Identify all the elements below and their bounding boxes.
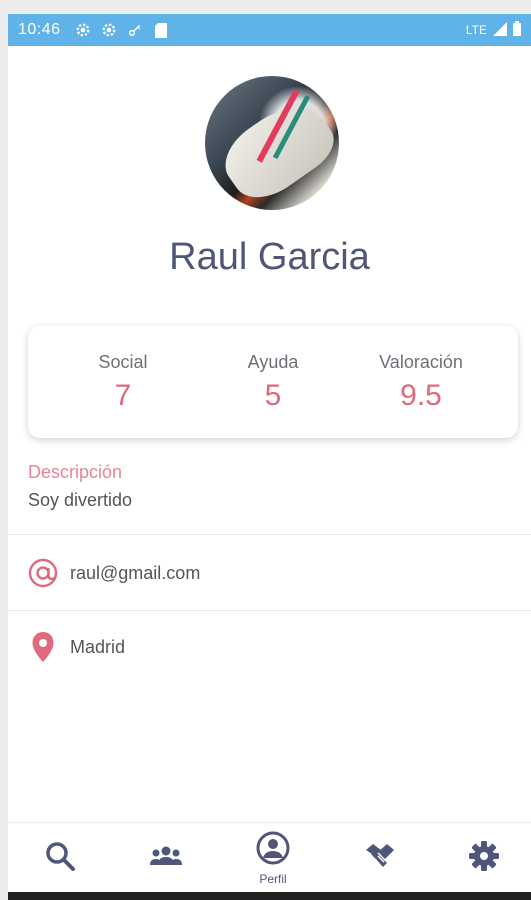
- signal-icon: [493, 21, 507, 39]
- system-nav-bar: [8, 892, 531, 900]
- stats-card: Social 7 Ayuda 5 Valoración 9.5: [28, 326, 518, 438]
- stat-value: 9.5: [400, 379, 442, 412]
- nav-profile[interactable]: Perfil: [233, 823, 313, 893]
- nav-label: Perfil: [259, 871, 287, 886]
- status-right: LTE: [466, 21, 521, 39]
- description-label: Descripción: [28, 462, 123, 482]
- nav-search[interactable]: [20, 823, 100, 893]
- bottom-navigation: Perfil: [8, 822, 531, 893]
- battery-icon: [513, 21, 521, 39]
- settings-notification-icon: [75, 22, 91, 38]
- stat-valoracion: Valoración 9.5: [346, 352, 496, 413]
- profile-avatar[interactable]: [205, 76, 339, 210]
- stat-label: Ayuda: [247, 352, 299, 372]
- stat-ayuda: Ayuda 5: [198, 352, 348, 413]
- description-text: Soy divertido: [28, 490, 133, 510]
- stat-label: Social: [98, 352, 148, 372]
- settings-notification-icon: [101, 22, 117, 38]
- network-type: LTE: [465, 23, 487, 37]
- stat-label: Valoración: [379, 352, 463, 372]
- status-time: 10:46: [18, 21, 61, 38]
- profile-icon: [256, 831, 290, 870]
- people-icon: [149, 844, 183, 873]
- divider: [8, 534, 531, 535]
- email-text: raul@gmail.com: [70, 562, 201, 583]
- stat-value: 5: [264, 379, 282, 412]
- at-icon: [26, 556, 60, 590]
- status-bar: 10:46 LTE: [8, 14, 531, 46]
- search-icon: [44, 840, 76, 877]
- location-text: Madrid: [70, 636, 126, 657]
- key-icon: [127, 22, 143, 38]
- sd-card-icon: [153, 22, 169, 38]
- nav-settings[interactable]: [444, 823, 524, 893]
- gear-icon: [468, 840, 500, 877]
- email-row[interactable]: raul@gmail.com: [26, 556, 200, 590]
- profile-name: Raul Garcia: [169, 236, 370, 278]
- phone-screen: 10:46 LTE Raul Garcia Social 7 Ayuda 5 V…: [8, 14, 531, 900]
- stat-value: 7: [114, 379, 132, 412]
- nav-help[interactable]: [340, 823, 420, 893]
- divider: [8, 610, 531, 611]
- handshake-icon: [363, 840, 397, 877]
- location-pin-icon: [26, 630, 60, 664]
- location-row[interactable]: Madrid: [26, 630, 125, 664]
- stat-social: Social 7: [48, 352, 198, 413]
- nav-community[interactable]: [126, 823, 206, 893]
